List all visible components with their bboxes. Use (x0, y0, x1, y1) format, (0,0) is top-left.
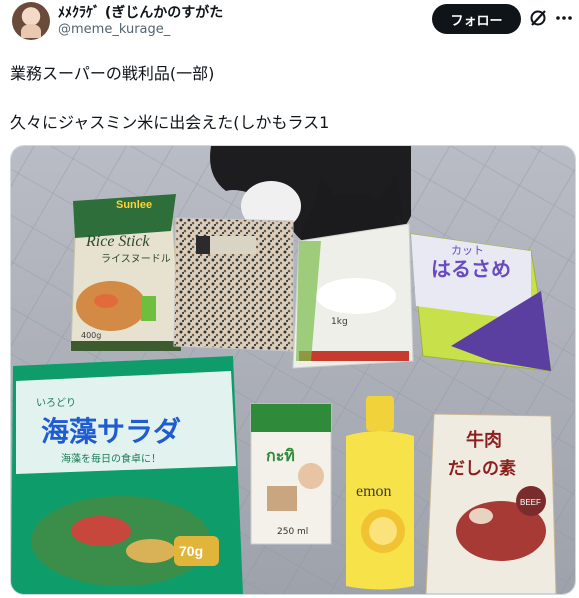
author-handle[interactable]: @meme_kurage_ (58, 22, 170, 37)
noodle-name-text: Rice Stick (85, 233, 150, 250)
harusame-name-text: はるさめ (431, 257, 511, 281)
salad-weight-text: 70g (179, 543, 203, 559)
follow-button[interactable]: フォロー (432, 4, 521, 34)
salad-name-text: 海藻サラダ (41, 415, 181, 448)
seaweed-salad-package: いろどり 海藻サラダ 海藻を毎日の食卓に！ 70g (11, 356, 243, 594)
coconut-name-text: กะทิ (266, 446, 295, 465)
groceries-photo-scene: Sunlee Rice Stick ライスヌードル 400g 1kg カット は… (11, 146, 575, 594)
noodle-brand-text: Sunlee (116, 199, 152, 211)
jasmine-rice-package: 1kg (292, 223, 414, 369)
author-name[interactable]: ﾒﾒｸﾗｹﾞ (ぎじんかのすがた (58, 2, 223, 22)
harusame-label-text: カット (451, 244, 484, 257)
coconut-milk-carton: กะทิ 250 ml (250, 403, 332, 545)
coconut-volume-text: 250 ml (277, 527, 308, 537)
rice-weight-text: 1kg (331, 317, 348, 327)
post-text-line-2: 久々にジャスミン米に出会えた(しかもラス1 (10, 113, 330, 132)
noodle-sub-text: ライスヌードル (101, 253, 171, 265)
post-header: ﾒﾒｸﾗｹﾞ (ぎじんかのすがた @meme_kurage_ フォロー (0, 0, 579, 46)
lemon-label-text: emon (356, 483, 392, 500)
post-text-line-1: 業務スーパーの戦利品(一部) (10, 64, 215, 83)
beef-dashi-package: 牛肉 だしの素 BEEF (425, 413, 557, 594)
avatar[interactable] (12, 2, 50, 40)
beef-badge-text: BEEF (520, 498, 541, 507)
beef-sub-text: だしの素 (448, 459, 516, 479)
grok-icon[interactable] (529, 9, 547, 27)
rice-stick-package: Sunlee Rice Stick ライスヌードル 400g (70, 194, 182, 352)
post-photo[interactable]: Sunlee Rice Stick ライスヌードル 400g 1kg カット は… (10, 145, 576, 595)
salad-prefix-text: いろどり (36, 397, 76, 409)
mixed-grains-package (173, 217, 294, 352)
beef-name-text: 牛肉 (466, 429, 502, 451)
more-options-icon[interactable] (555, 9, 573, 27)
harusame-package: カット はるさめ (410, 233, 552, 372)
noodle-weight-text: 400g (81, 331, 101, 340)
salad-tagline-text: 海藻を毎日の食卓に！ (61, 452, 161, 465)
